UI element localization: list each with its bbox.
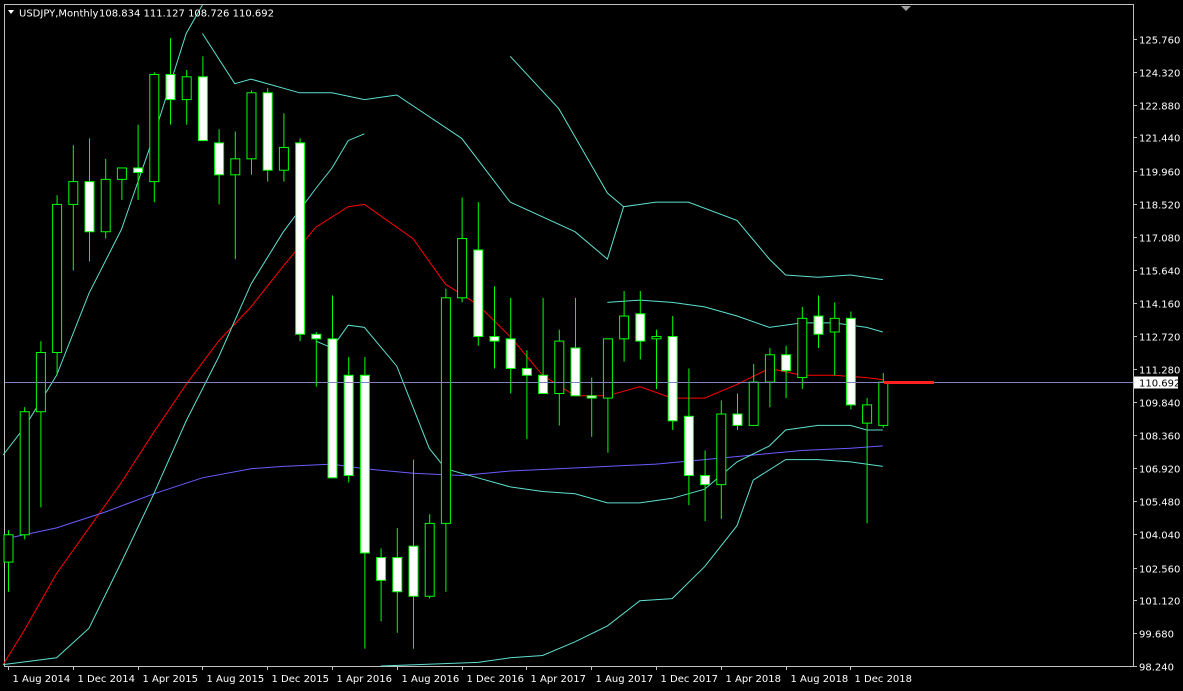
candle-bull xyxy=(278,146,289,171)
x-tick-label: 1 Apr 2017 xyxy=(531,674,586,685)
candle-bull xyxy=(19,411,30,536)
candle-bull xyxy=(554,340,565,395)
candle-bull xyxy=(149,74,160,183)
candle-bull xyxy=(748,381,759,426)
candle-bull xyxy=(797,317,808,379)
candle-bear xyxy=(683,415,694,477)
y-tick-label: 106.920 xyxy=(1139,465,1180,476)
candle-bear xyxy=(667,336,678,422)
candle-bear xyxy=(473,249,484,338)
y-tick-label: 125.760 xyxy=(1139,36,1180,47)
y-tick-label: 104.040 xyxy=(1139,531,1180,542)
candle-bear xyxy=(586,395,597,399)
y-tick-label: 111.280 xyxy=(1139,366,1180,377)
candle-bull xyxy=(619,315,630,340)
y-tick-label: 124.320 xyxy=(1139,69,1180,80)
candle-bull xyxy=(602,338,613,399)
candle-bull xyxy=(878,381,889,426)
candle-bull xyxy=(3,534,14,563)
candle-bear xyxy=(295,142,306,335)
y-tick-label: 115.640 xyxy=(1139,267,1180,278)
x-tick-label: 1 Dec 2018 xyxy=(855,674,913,685)
candle-bear xyxy=(732,413,743,426)
candle-bull xyxy=(68,181,79,205)
y-tick-label: 122.880 xyxy=(1139,102,1180,113)
candle-bull xyxy=(862,404,873,424)
candle-bear xyxy=(376,557,387,581)
candle-bull xyxy=(100,178,111,233)
candle-bear xyxy=(538,374,549,395)
candle-bull xyxy=(181,76,192,101)
candle-bull xyxy=(829,317,840,333)
candle-bear xyxy=(635,313,646,342)
x-tick-label: 1 Aug 2016 xyxy=(402,674,460,685)
candle-bull xyxy=(424,522,435,597)
y-tick-label: 114.160 xyxy=(1139,300,1180,311)
candle-bear xyxy=(845,317,856,406)
ohlc-values: 108.834 111.127 108.726 110.692 xyxy=(99,9,274,20)
x-tick-label: 1 Apr 2016 xyxy=(337,674,392,685)
x-tick-label: 1 Aug 2017 xyxy=(596,674,654,685)
y-tick-label: 108.360 xyxy=(1139,432,1180,443)
x-tick-label: 1 Apr 2018 xyxy=(726,674,781,685)
x-tick-label: 1 Dec 2015 xyxy=(272,674,330,685)
candle-bear xyxy=(813,315,824,335)
candle-bull xyxy=(246,92,257,160)
y-tick-label: 121.440 xyxy=(1139,134,1180,145)
candle-bear xyxy=(521,367,532,376)
y-tick-label: 117.080 xyxy=(1139,234,1180,245)
y-tick-label: 102.560 xyxy=(1139,565,1180,576)
candle-bear xyxy=(84,181,95,233)
candle-bull xyxy=(716,413,727,486)
chart-background xyxy=(0,0,1183,691)
candle-bear xyxy=(359,374,370,554)
candle-bull xyxy=(764,354,775,383)
candle-bull xyxy=(116,167,127,180)
candle-bear xyxy=(197,76,208,142)
y-tick-label: 112.720 xyxy=(1139,333,1180,344)
chart-header: USDJPY,Monthly 108.834 111.127 108.726 1… xyxy=(8,9,274,20)
candle-bear xyxy=(781,354,792,372)
current-price-label: 110.692 xyxy=(1139,379,1180,390)
candle-bear xyxy=(327,338,338,479)
candle-bear xyxy=(214,142,225,176)
y-tick-label: 101.120 xyxy=(1139,597,1180,608)
y-tick-label: 99.680 xyxy=(1139,630,1174,641)
candle-bear xyxy=(343,374,354,477)
candle-bull xyxy=(440,297,451,524)
candle-bear xyxy=(133,167,144,174)
candle-bull xyxy=(457,238,468,299)
x-tick-label: 1 Apr 2015 xyxy=(143,674,198,685)
price-chart[interactable]: 110.692 125.760 124.320 122.880 121.440 119.… xyxy=(0,0,1183,691)
candle-bear xyxy=(570,347,581,397)
x-tick-label: 1 Dec 2016 xyxy=(467,674,525,685)
candle-bull xyxy=(651,336,662,340)
x-tick-label: 1 Aug 2015 xyxy=(207,674,265,685)
candle-bear xyxy=(505,338,516,369)
candle-bear xyxy=(700,475,711,486)
x-tick-label: 1 Aug 2014 xyxy=(13,674,71,685)
candle-bear xyxy=(311,333,322,340)
x-tick-label: 1 Dec 2014 xyxy=(78,674,136,685)
candle-bull xyxy=(52,203,63,353)
y-tick-label: 109.840 xyxy=(1139,399,1180,410)
candle-bull xyxy=(230,158,241,176)
candle-bear xyxy=(489,336,500,342)
y-tick-label: 119.960 xyxy=(1139,168,1180,179)
x-tick-label: 1 Aug 2018 xyxy=(791,674,849,685)
y-tick-label: 105.480 xyxy=(1139,498,1180,509)
candle-bear xyxy=(262,92,273,171)
candle-bear xyxy=(165,74,176,101)
symbol-timeframe: USDJPY,Monthly xyxy=(19,9,99,20)
y-tick-label: 98.240 xyxy=(1139,663,1174,674)
candle-bear xyxy=(392,557,403,593)
y-tick-label: 118.520 xyxy=(1139,201,1180,212)
x-tick-label: 1 Dec 2017 xyxy=(661,674,719,685)
candle-bear xyxy=(408,545,419,597)
